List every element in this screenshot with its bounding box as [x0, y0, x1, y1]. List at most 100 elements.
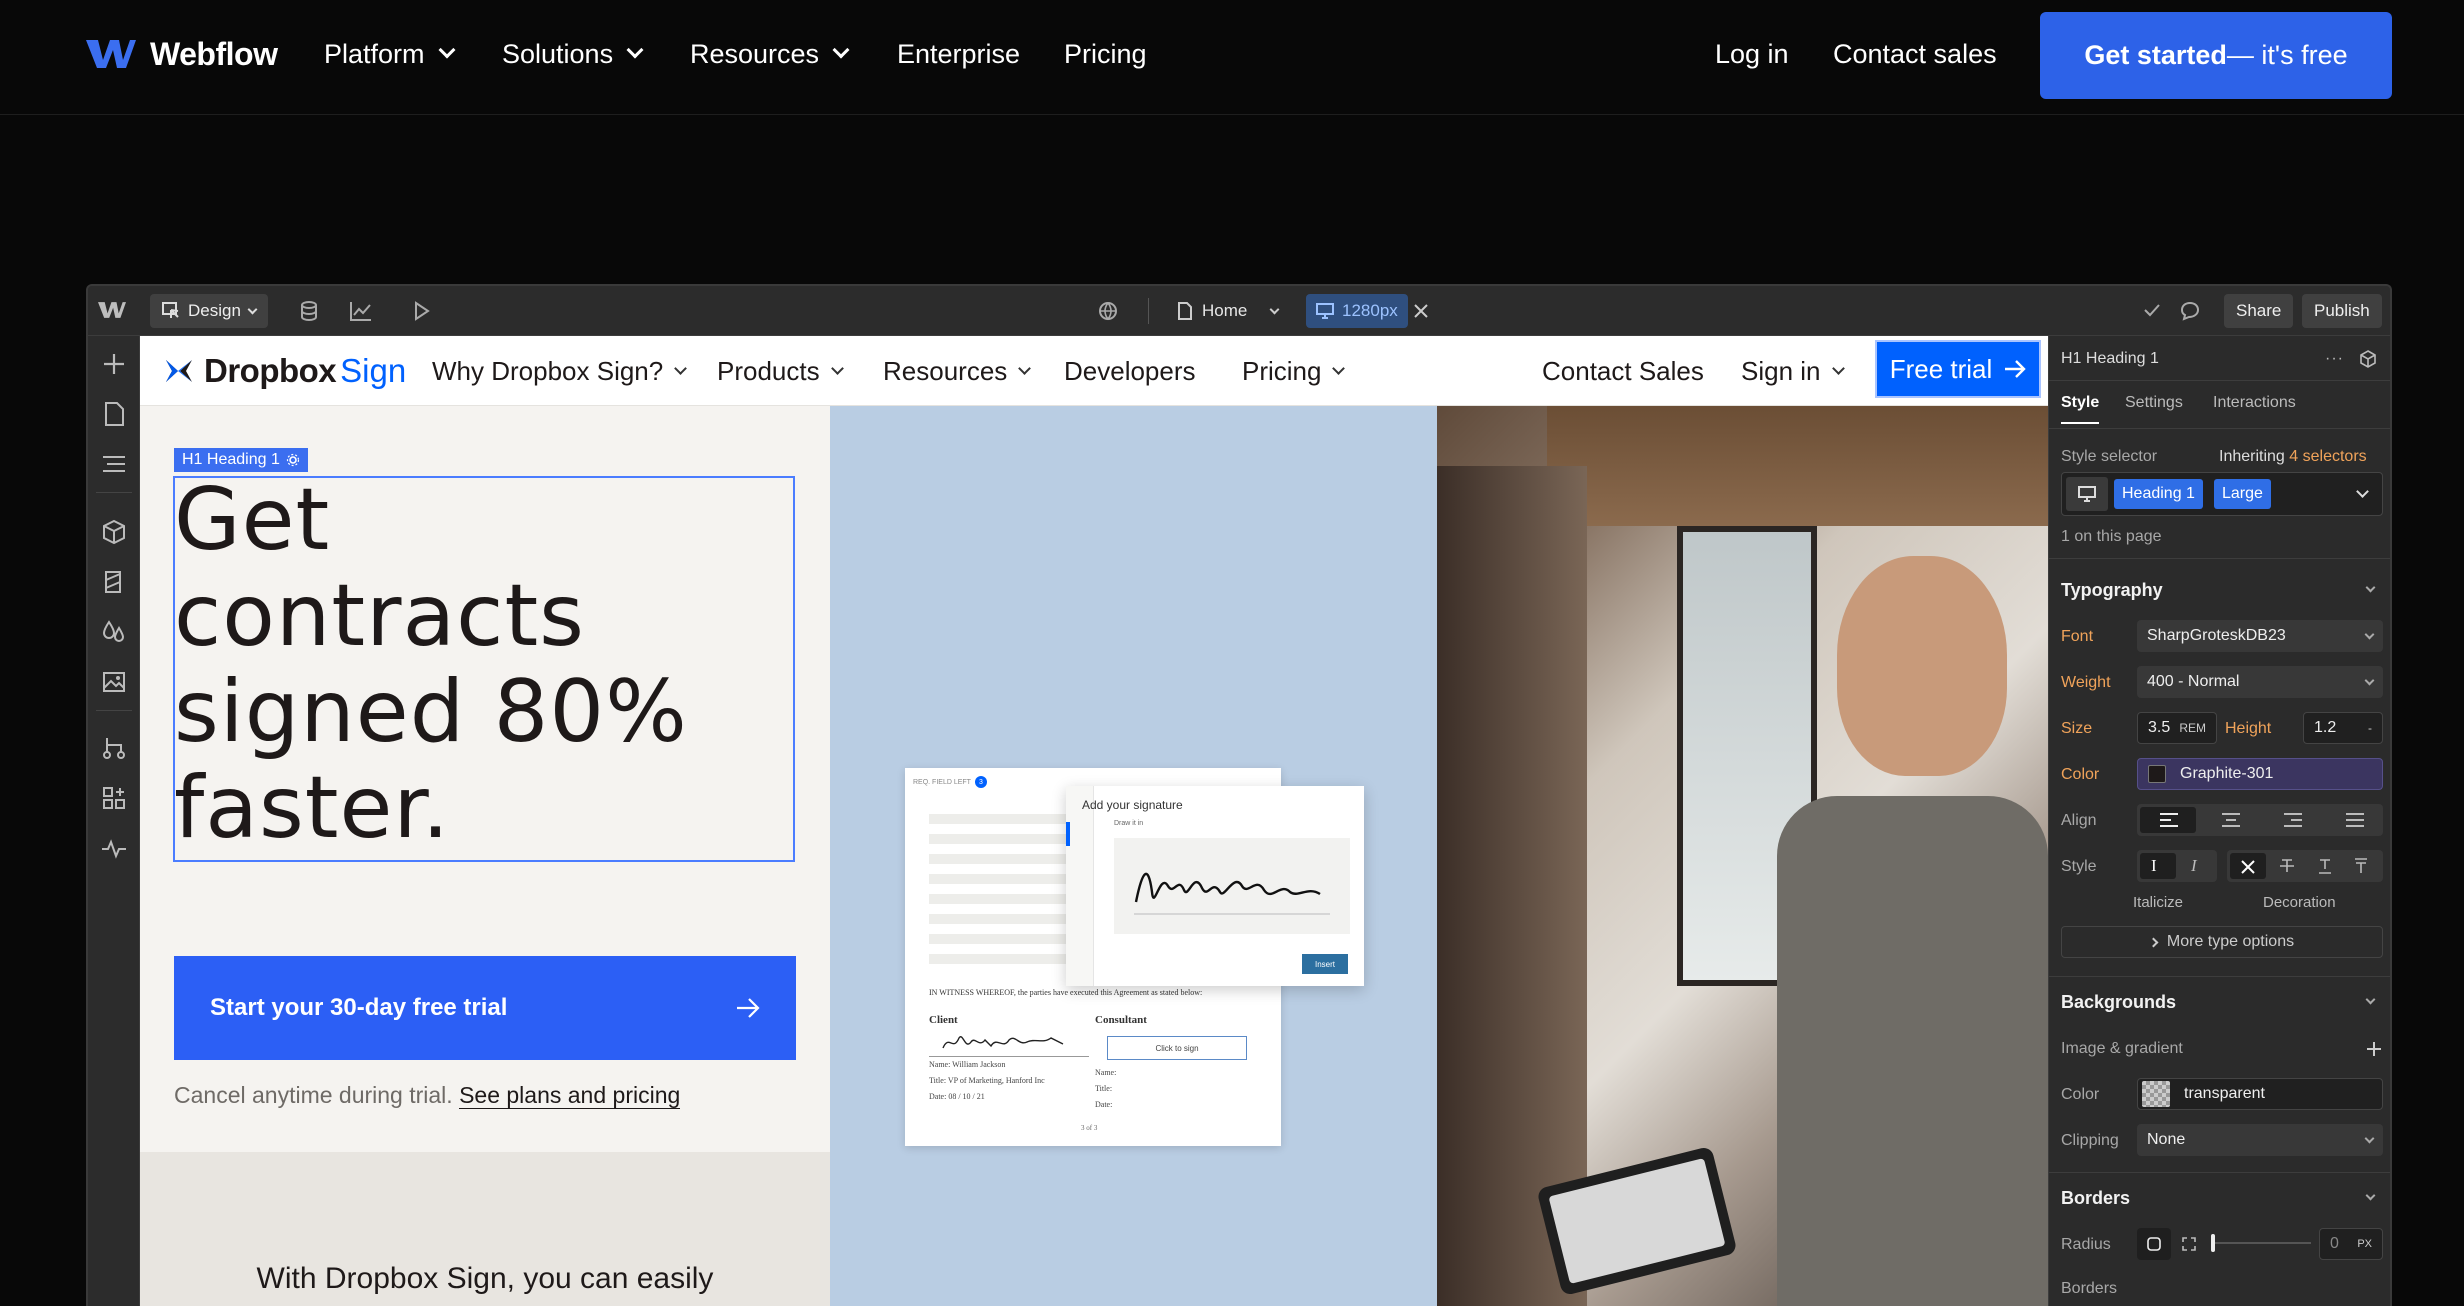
italic-style-icon[interactable]: I	[2191, 856, 2197, 876]
radius-individual-icon[interactable]	[2181, 1236, 2197, 1252]
chevron-down-icon[interactable]	[2365, 994, 2376, 1005]
logic-flow-icon[interactable]	[100, 734, 128, 762]
comment-icon[interactable]	[2180, 301, 2200, 321]
radius-unit[interactable]: PX	[2357, 1238, 2372, 1250]
nav-pricing[interactable]: Pricing	[1064, 32, 1147, 76]
fields-left-text: REQ. FIELD LEFT	[913, 778, 971, 786]
ds-nav-products[interactable]: Products	[717, 352, 844, 390]
check-icon[interactable]	[2144, 303, 2160, 317]
mode-dropdown[interactable]: Design	[150, 294, 268, 328]
ds-nav-pricing[interactable]: Pricing	[1242, 352, 1346, 390]
ds-sign-in[interactable]: Sign in	[1741, 352, 1845, 390]
close-icon[interactable]	[1414, 304, 1428, 318]
cms-database-icon[interactable]	[300, 301, 318, 321]
radius-all-toggle[interactable]	[2137, 1228, 2171, 1260]
borders-section-title[interactable]: Borders	[2061, 1188, 2130, 1209]
globe-icon[interactable]	[1098, 301, 1118, 321]
preview-play-icon[interactable]	[414, 301, 430, 321]
no-decoration-icon[interactable]	[2241, 860, 2255, 874]
variables-drops-icon[interactable]	[100, 618, 128, 646]
tab-style[interactable]: Style	[2061, 394, 2099, 412]
add-icon[interactable]	[2365, 1040, 2383, 1058]
nav-resources[interactable]: Resources	[690, 32, 850, 76]
align-justify-icon[interactable]	[2345, 813, 2365, 827]
strikethrough-icon[interactable]	[2279, 858, 2295, 874]
chevron-down-icon[interactable]	[2365, 1190, 2376, 1201]
contact-sales-link[interactable]: Contact sales	[1833, 32, 1997, 76]
nav-solutions[interactable]: Solutions	[502, 32, 644, 76]
cta-rest: — it's free	[2226, 40, 2348, 70]
more-type-options-button[interactable]: More type options	[2061, 926, 2383, 958]
component-icon[interactable]	[2359, 350, 2377, 368]
publish-button[interactable]: Publish	[2302, 294, 2382, 328]
size-unit[interactable]: REM	[2179, 721, 2206, 735]
breakpoint-selector[interactable]: 1280px	[1306, 294, 1408, 328]
selector-field[interactable]: Heading 1 Large	[2061, 472, 2383, 516]
page-selector[interactable]: Home	[1178, 294, 1280, 328]
selector-chip-large[interactable]: Large	[2214, 479, 2271, 509]
insert-button[interactable]: Insert	[1302, 954, 1348, 974]
nav-enterprise[interactable]: Enterprise	[897, 32, 1020, 76]
radius-slider-track[interactable]	[2211, 1242, 2311, 1244]
ds-nav-why[interactable]: Why Dropbox Sign?	[432, 352, 688, 390]
line-height-unit[interactable]: -	[2368, 721, 2372, 735]
components-icon[interactable]	[100, 518, 128, 546]
style-guide-icon[interactable]	[100, 568, 128, 596]
assets-image-icon[interactable]	[100, 668, 128, 696]
clipping-select[interactable]: None	[2137, 1124, 2383, 1156]
font-select[interactable]: SharpGroteskDB23	[2137, 620, 2383, 652]
chevron-down-icon	[1831, 361, 1845, 375]
bg-color-field[interactable]: transparent	[2137, 1078, 2383, 1110]
plans-pricing-link[interactable]: See plans and pricing	[459, 1082, 681, 1109]
chevron-down-icon	[1018, 361, 1032, 375]
share-button[interactable]: Share	[2224, 294, 2294, 328]
align-left-icon[interactable]	[2159, 813, 2179, 827]
more-options-icon[interactable]: ···	[2325, 350, 2344, 368]
apps-icon[interactable]	[100, 784, 128, 812]
client-title: Title: VP of Marketing, Hanford Inc	[929, 1076, 1045, 1085]
inheriting-info[interactable]: Inheriting 4 selectors	[2219, 448, 2367, 466]
selected-element-tag[interactable]: H1 Heading 1	[174, 448, 308, 472]
hero-heading[interactable]: Get contracts signed 80% faster.	[174, 472, 814, 856]
tab-settings[interactable]: Settings	[2125, 394, 2183, 412]
navigator-icon[interactable]	[100, 450, 128, 478]
tab-interactions[interactable]: Interactions	[2213, 394, 2296, 412]
radius-input[interactable]: 0 PX	[2319, 1228, 2383, 1260]
webflow-menu-icon[interactable]	[98, 300, 126, 320]
line-height-input[interactable]: 1.2 -	[2303, 712, 2383, 744]
add-icon[interactable]	[100, 350, 128, 378]
align-center-icon[interactable]	[2221, 813, 2241, 827]
audit-pulse-icon[interactable]	[100, 834, 128, 862]
text-placeholder	[929, 914, 1069, 924]
start-trial-button[interactable]: Start your 30-day free trial	[174, 956, 796, 1060]
underline-icon[interactable]	[2317, 858, 2333, 874]
free-trial-button[interactable]: Free trial	[1875, 340, 2041, 398]
weight-select[interactable]: 400 - Normal	[2137, 666, 2383, 698]
chevron-down-icon[interactable]	[2365, 582, 2376, 593]
chevron-down-icon	[2364, 629, 2375, 639]
typography-section-title[interactable]: Typography	[2061, 580, 2163, 601]
ds-nav-resources[interactable]: Resources	[883, 352, 1032, 390]
login-link[interactable]: Log in	[1715, 32, 1789, 76]
get-started-button[interactable]: Get started — it's free	[2040, 12, 2392, 99]
click-to-sign-field[interactable]: Click to sign	[1107, 1036, 1247, 1060]
backgrounds-section-title[interactable]: Backgrounds	[2061, 992, 2176, 1013]
nav-platform[interactable]: Platform	[324, 32, 456, 76]
breakpoint-chip[interactable]	[2066, 477, 2108, 511]
analytics-icon[interactable]	[350, 301, 372, 321]
align-right-icon[interactable]	[2283, 813, 2303, 827]
regular-style-icon[interactable]: I	[2151, 856, 2157, 876]
dropbox-sign-logo[interactable]: Dropbox Sign	[164, 352, 406, 390]
ds-contact-sales[interactable]: Contact Sales	[1542, 352, 1704, 390]
text-color-field[interactable]: Graphite-301	[2137, 758, 2383, 790]
radius-slider-handle[interactable]	[2211, 1234, 2215, 1252]
pages-icon[interactable]	[100, 400, 128, 428]
chevron-down-icon[interactable]	[2356, 485, 2369, 498]
consultant-heading: Consultant	[1095, 1014, 1147, 1026]
ds-nav-developers[interactable]: Developers	[1064, 352, 1196, 390]
size-input[interactable]: 3.5 REM	[2137, 712, 2217, 744]
overline-icon[interactable]	[2353, 858, 2369, 874]
webflow-logo[interactable]: Webflow	[86, 34, 278, 74]
selector-chip-heading[interactable]: Heading 1	[2114, 479, 2203, 509]
design-canvas[interactable]: Dropbox Sign Why Dropbox Sign? Products R…	[140, 336, 2048, 1306]
